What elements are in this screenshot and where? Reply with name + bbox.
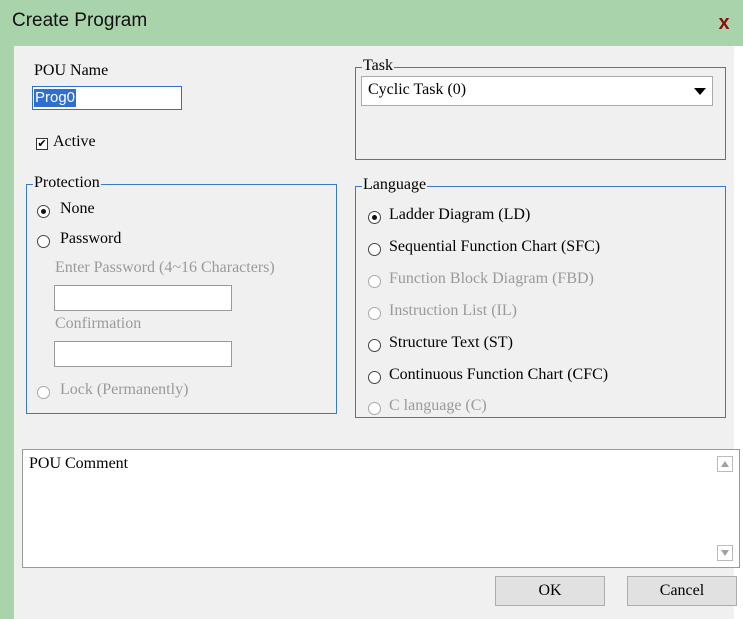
language-ld-label: Ladder Diagram (LD) xyxy=(389,206,531,223)
ok-button[interactable]: OK xyxy=(495,576,605,606)
close-button[interactable]: x xyxy=(710,7,738,39)
language-c-label: C language (C) xyxy=(389,397,487,414)
chevron-down-icon[interactable] xyxy=(694,88,706,95)
language-sfc-label: Sequential Function Chart (SFC) xyxy=(389,238,601,255)
protection-group-title: Protection xyxy=(33,174,101,192)
create-program-dialog: Create Program x POU Name Prog0 ✔ Active… xyxy=(0,0,743,619)
confirmation-label: Confirmation xyxy=(55,315,142,332)
dialog-body: POU Name Prog0 ✔ Active Task Cyclic Task… xyxy=(14,46,740,619)
pou-comment-textarea[interactable]: POU Comment xyxy=(22,449,740,568)
language-il-label: Instruction List (IL) xyxy=(389,302,517,319)
language-cfc-radio[interactable] xyxy=(368,371,381,384)
protection-lock-radio[interactable] xyxy=(37,386,50,399)
scroll-up-button[interactable] xyxy=(717,456,733,472)
radio-selected-dot xyxy=(372,215,377,220)
protection-lock-label: Lock (Permanently) xyxy=(60,381,189,398)
protection-group: Protection None Password Enter Password … xyxy=(26,174,337,414)
password-input[interactable] xyxy=(54,285,232,311)
radio-selected-dot xyxy=(41,209,46,214)
task-group: Task Cyclic Task (0) xyxy=(355,57,726,160)
pou-comment-label: POU Comment xyxy=(29,455,129,472)
task-selected: Cyclic Task (0) xyxy=(368,81,467,98)
cancel-button[interactable]: Cancel xyxy=(627,576,737,606)
dialog-title: Create Program xyxy=(12,10,148,31)
language-st-radio[interactable] xyxy=(368,339,381,352)
language-group: Language Ladder Diagram (LD) Sequential … xyxy=(355,176,726,418)
pou-name-label: POU Name xyxy=(34,62,109,79)
language-ld-radio[interactable] xyxy=(368,211,381,224)
language-fbd-label: Function Block Diagram (FBD) xyxy=(389,270,594,287)
active-label: Active xyxy=(53,133,96,150)
protection-password-label: Password xyxy=(60,230,122,247)
task-group-title: Task xyxy=(362,57,394,75)
protection-password-radio[interactable] xyxy=(37,235,50,248)
language-st-label: Structure Text (ST) xyxy=(389,334,513,351)
protection-none-radio[interactable] xyxy=(37,205,50,218)
language-il-radio[interactable] xyxy=(368,307,381,320)
title-bar[interactable]: Create Program x xyxy=(0,0,743,46)
pou-name-input[interactable]: Prog0 xyxy=(32,86,182,110)
language-c-radio[interactable] xyxy=(368,402,381,415)
protection-none-label: None xyxy=(60,200,95,217)
arrow-up-icon xyxy=(721,461,729,467)
language-sfc-radio[interactable] xyxy=(368,243,381,256)
language-cfc-label: Continuous Function Chart (CFC) xyxy=(389,366,609,383)
arrow-down-icon xyxy=(721,550,729,556)
scroll-down-button[interactable] xyxy=(717,545,733,561)
language-fbd-radio[interactable] xyxy=(368,275,381,288)
pou-name-value: Prog0 xyxy=(34,89,77,107)
window-frame-left xyxy=(0,46,14,619)
confirmation-input[interactable] xyxy=(54,341,232,367)
task-dropdown[interactable]: Cyclic Task (0) xyxy=(361,76,713,106)
enter-password-label: Enter Password (4~16 Characters) xyxy=(55,259,275,276)
language-group-title: Language xyxy=(362,176,428,194)
active-checkbox[interactable]: ✔ xyxy=(36,138,48,150)
